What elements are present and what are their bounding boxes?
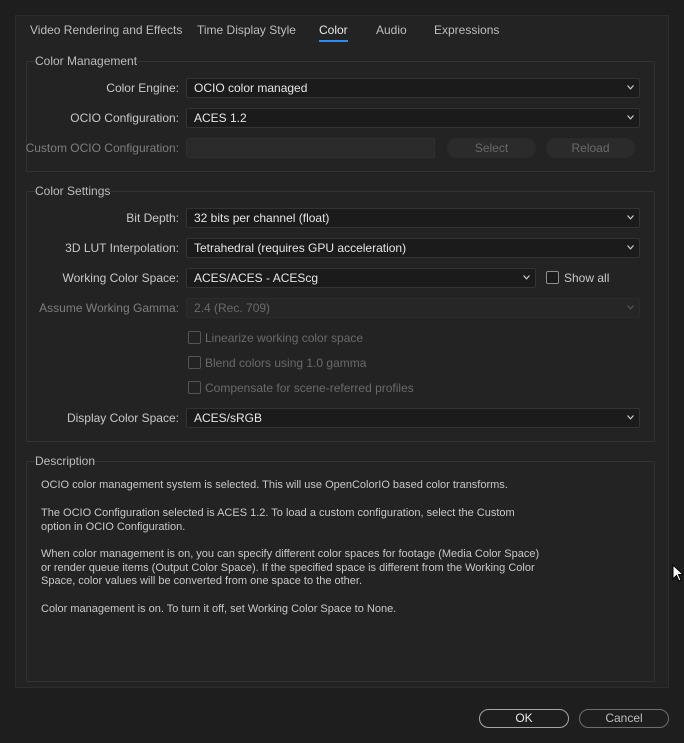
- tab-color[interactable]: Color: [319, 23, 348, 42]
- assume-gamma-label: Assume Working Gamma:: [39, 301, 179, 315]
- mouse-cursor-icon: [672, 564, 684, 582]
- compensate-checkbox: [188, 381, 201, 394]
- tab-video-rendering[interactable]: Video Rendering and Effects: [30, 23, 182, 37]
- display-space-value: ACES/sRGB: [194, 411, 263, 425]
- assume-gamma-value: 2.4 (Rec. 709): [194, 301, 271, 315]
- color-engine-dropdown[interactable]: OCIO color managed: [186, 78, 640, 98]
- show-all-label: Show all: [564, 271, 610, 285]
- display-space-label: Display Color Space:: [66, 411, 179, 425]
- bit-depth-value: 32 bits per channel (float): [194, 211, 330, 225]
- tab-time-display[interactable]: Time Display Style: [197, 23, 296, 37]
- show-all-checkbox[interactable]: [546, 271, 559, 284]
- ocio-config-label: OCIO Configuration:: [70, 111, 179, 125]
- select-button: Select: [447, 138, 536, 158]
- assume-gamma-dropdown: 2.4 (Rec. 709): [186, 298, 640, 318]
- working-space-label: Working Color Space:: [62, 271, 180, 285]
- custom-ocio-label: Custom OCIO Configuration:: [25, 141, 179, 155]
- color-management-title: Color Management: [35, 54, 138, 68]
- lut-interp-label: 3D LUT Interpolation:: [65, 241, 179, 255]
- color-settings-title: Color Settings: [35, 184, 111, 198]
- reload-button: Reload: [546, 138, 635, 158]
- display-space-dropdown[interactable]: ACES/sRGB: [186, 408, 640, 428]
- tab-audio[interactable]: Audio: [376, 23, 407, 37]
- custom-ocio-field: [186, 138, 435, 158]
- ocio-config-dropdown[interactable]: ACES 1.2: [186, 108, 640, 128]
- linearize-checkbox: [188, 331, 201, 344]
- chevron-down-icon: [523, 275, 530, 280]
- description-title: Description: [35, 454, 96, 468]
- blend-gamma-checkbox: [188, 356, 201, 369]
- cancel-button[interactable]: Cancel: [579, 709, 669, 728]
- tab-expressions[interactable]: Expressions: [434, 23, 499, 37]
- ok-button[interactable]: OK: [479, 709, 569, 728]
- description-paragraph: When color management is on, you can spe…: [41, 548, 540, 587]
- color-engine-label: Color Engine:: [106, 81, 179, 95]
- lut-interp-value: Tetrahedral (requires GPU acceleration): [194, 241, 407, 255]
- description-paragraph: Color management is on. To turn it off, …: [41, 603, 397, 615]
- bit-depth-dropdown[interactable]: 32 bits per channel (float): [186, 208, 640, 228]
- chevron-down-icon: [627, 245, 634, 250]
- chevron-down-icon: [627, 415, 634, 420]
- lut-interp-dropdown[interactable]: Tetrahedral (requires GPU acceleration): [186, 238, 640, 258]
- working-space-value: ACES/ACES - ACEScg: [194, 271, 319, 285]
- chevron-down-icon: [627, 85, 634, 90]
- chevron-down-icon: [627, 115, 634, 120]
- description-paragraph: The OCIO Configuration selected is ACES …: [41, 507, 515, 533]
- blend-gamma-label: Blend colors using 1.0 gamma: [205, 356, 367, 370]
- working-space-dropdown[interactable]: ACES/ACES - ACEScg: [186, 268, 536, 288]
- chevron-down-icon: [627, 305, 634, 310]
- description-paragraph: OCIO color management system is selected…: [41, 479, 508, 491]
- linearize-label: Linearize working color space: [205, 331, 364, 345]
- chevron-down-icon: [627, 215, 634, 220]
- color-engine-value: OCIO color managed: [194, 81, 308, 95]
- ocio-config-value: ACES 1.2: [194, 111, 247, 125]
- compensate-label: Compensate for scene-referred profiles: [205, 381, 414, 395]
- bit-depth-label: Bit Depth:: [126, 211, 179, 225]
